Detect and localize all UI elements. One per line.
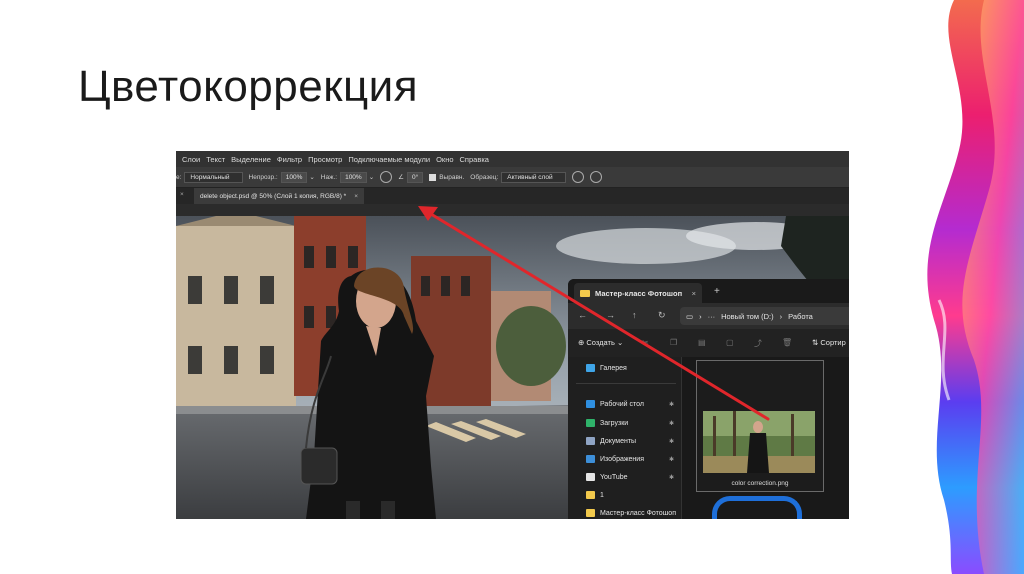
app-screenshot: Слои Текст Выделение Фильтр Просмотр Под… (176, 151, 849, 519)
annotation-arrow (418, 206, 770, 421)
decorative-ribbon (927, 0, 1024, 574)
slide-title: Цветокоррекция (78, 62, 419, 111)
